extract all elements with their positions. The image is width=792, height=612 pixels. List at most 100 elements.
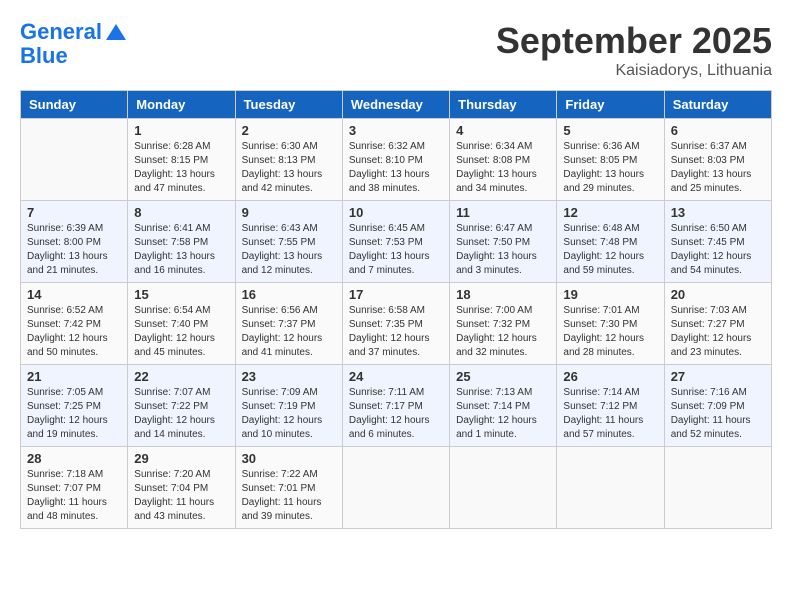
week-row-5: 28 Sunrise: 7:18 AMSunset: 7:07 PMDayligh… [21,447,772,529]
location-subtitle: Kaisiadorys, Lithuania [496,62,772,80]
day-number: 5 [563,123,657,138]
page-header: General Blue September 2025 Kaisiadorys,… [20,20,772,80]
day-info: Sunrise: 6:45 AMSunset: 7:53 PMDaylight:… [349,222,443,278]
day-number: 16 [242,287,336,302]
logo-icon [104,20,128,44]
day-info: Sunrise: 7:11 AMSunset: 7:17 PMDaylight:… [349,386,443,442]
day-info: Sunrise: 6:41 AMSunset: 7:58 PMDaylight:… [134,222,228,278]
day-info: Sunrise: 7:01 AMSunset: 7:30 PMDaylight:… [563,304,657,360]
day-cell: 1 Sunrise: 6:28 AMSunset: 8:15 PMDaylight… [128,119,235,201]
day-number: 20 [671,287,765,302]
logo-line1: General [20,19,102,44]
day-number: 23 [242,369,336,384]
day-cell: 2 Sunrise: 6:30 AMSunset: 8:13 PMDaylight… [235,119,342,201]
day-number: 3 [349,123,443,138]
day-number: 8 [134,205,228,220]
day-cell: 7Sunrise: 6:39 AMSunset: 8:00 PMDaylight… [21,201,128,283]
header-wednesday: Wednesday [342,91,449,119]
day-cell: 3 Sunrise: 6:32 AMSunset: 8:10 PMDaylight… [342,119,449,201]
day-number: 14 [27,287,121,302]
day-cell: 24Sunrise: 7:11 AMSunset: 7:17 PMDayligh… [342,365,449,447]
day-number: 29 [134,451,228,466]
day-number: 18 [456,287,550,302]
day-cell [450,447,557,529]
day-number: 19 [563,287,657,302]
day-info: Sunrise: 6:58 AMSunset: 7:35 PMDaylight:… [349,304,443,360]
day-number: 17 [349,287,443,302]
week-row-4: 21Sunrise: 7:05 AMSunset: 7:25 PMDayligh… [21,365,772,447]
day-cell: 14 Sunrise: 6:52 AMSunset: 7:42 PMDayligh… [21,283,128,365]
day-info: Sunrise: 6:50 AMSunset: 7:45 PMDaylight:… [671,222,765,278]
day-info: Sunrise: 7:16 AMSunset: 7:09 PMDaylight:… [671,386,765,442]
day-cell [557,447,664,529]
day-number: 13 [671,205,765,220]
day-info: Sunrise: 7:22 AMSunset: 7:01 PMDaylight:… [242,468,336,524]
day-cell: 4 Sunrise: 6:34 AMSunset: 8:08 PMDaylight… [450,119,557,201]
day-info: Sunrise: 7:18 AMSunset: 7:07 PMDaylight:… [27,468,121,524]
day-info: Sunrise: 7:00 AMSunset: 7:32 PMDaylight:… [456,304,550,360]
header-saturday: Saturday [664,91,771,119]
day-number: 9 [242,205,336,220]
day-cell: 19 Sunrise: 7:01 AMSunset: 7:30 PMDayligh… [557,283,664,365]
day-number: 26 [563,369,657,384]
day-number: 11 [456,205,550,220]
day-info: Sunrise: 7:14 AMSunset: 7:12 PMDaylight:… [563,386,657,442]
day-info: Sunrise: 6:37 AMSunset: 8:03 PMDaylight:… [671,140,765,196]
day-info: Sunrise: 7:13 AMSunset: 7:14 PMDaylight:… [456,386,550,442]
day-number: 2 [242,123,336,138]
day-cell: 8 Sunrise: 6:41 AMSunset: 7:58 PMDaylight… [128,201,235,283]
day-number: 30 [242,451,336,466]
month-title: September 2025 [496,20,772,62]
title-block: September 2025 Kaisiadorys, Lithuania [496,20,772,80]
day-info: Sunrise: 6:56 AMSunset: 7:37 PMDaylight:… [242,304,336,360]
day-info: Sunrise: 7:09 AMSunset: 7:19 PMDaylight:… [242,386,336,442]
day-number: 4 [456,123,550,138]
day-info: Sunrise: 6:34 AMSunset: 8:08 PMDaylight:… [456,140,550,196]
week-row-1: 1 Sunrise: 6:28 AMSunset: 8:15 PMDaylight… [21,119,772,201]
week-row-3: 14 Sunrise: 6:52 AMSunset: 7:42 PMDayligh… [21,283,772,365]
day-cell: 17 Sunrise: 6:58 AMSunset: 7:35 PMDayligh… [342,283,449,365]
day-number: 10 [349,205,443,220]
day-cell: 9 Sunrise: 6:43 AMSunset: 7:55 PMDaylight… [235,201,342,283]
day-cell: 6Sunrise: 6:37 AMSunset: 8:03 PMDaylight… [664,119,771,201]
logo: General Blue [20,20,128,68]
day-number: 21 [27,369,121,384]
day-info: Sunrise: 6:32 AMSunset: 8:10 PMDaylight:… [349,140,443,196]
day-cell: 30 Sunrise: 7:22 AMSunset: 7:01 PMDayligh… [235,447,342,529]
day-info: Sunrise: 6:52 AMSunset: 7:42 PMDaylight:… [27,304,121,360]
day-info: Sunrise: 7:07 AMSunset: 7:22 PMDaylight:… [134,386,228,442]
day-number: 1 [134,123,228,138]
day-info: Sunrise: 6:48 AMSunset: 7:48 PMDaylight:… [563,222,657,278]
day-cell: 25Sunrise: 7:13 AMSunset: 7:14 PMDayligh… [450,365,557,447]
day-cell: 28 Sunrise: 7:18 AMSunset: 7:07 PMDayligh… [21,447,128,529]
day-cell [21,119,128,201]
day-number: 22 [134,369,228,384]
day-cell: 15 Sunrise: 6:54 AMSunset: 7:40 PMDayligh… [128,283,235,365]
header-friday: Friday [557,91,664,119]
day-info: Sunrise: 7:20 AMSunset: 7:04 PMDaylight:… [134,468,228,524]
day-info: Sunrise: 6:39 AMSunset: 8:00 PMDaylight:… [27,222,121,278]
calendar-table: SundayMondayTuesdayWednesdayThursdayFrid… [20,90,772,529]
header-tuesday: Tuesday [235,91,342,119]
day-cell: 29 Sunrise: 7:20 AMSunset: 7:04 PMDayligh… [128,447,235,529]
day-info: Sunrise: 6:28 AMSunset: 8:15 PMDaylight:… [134,140,228,196]
day-cell: 21Sunrise: 7:05 AMSunset: 7:25 PMDayligh… [21,365,128,447]
logo-line2: Blue [20,44,128,68]
day-cell: 16 Sunrise: 6:56 AMSunset: 7:37 PMDayligh… [235,283,342,365]
day-info: Sunrise: 6:30 AMSunset: 8:13 PMDaylight:… [242,140,336,196]
day-info: Sunrise: 7:03 AMSunset: 7:27 PMDaylight:… [671,304,765,360]
day-info: Sunrise: 6:43 AMSunset: 7:55 PMDaylight:… [242,222,336,278]
day-info: Sunrise: 6:36 AMSunset: 8:05 PMDaylight:… [563,140,657,196]
day-cell: 23 Sunrise: 7:09 AMSunset: 7:19 PMDayligh… [235,365,342,447]
day-cell: 11 Sunrise: 6:47 AMSunset: 7:50 PMDayligh… [450,201,557,283]
day-info: Sunrise: 6:47 AMSunset: 7:50 PMDaylight:… [456,222,550,278]
day-cell [664,447,771,529]
day-number: 27 [671,369,765,384]
day-number: 28 [27,451,121,466]
day-cell: 18 Sunrise: 7:00 AMSunset: 7:32 PMDayligh… [450,283,557,365]
day-info: Sunrise: 6:54 AMSunset: 7:40 PMDaylight:… [134,304,228,360]
day-number: 15 [134,287,228,302]
day-cell: 22 Sunrise: 7:07 AMSunset: 7:22 PMDayligh… [128,365,235,447]
header-monday: Monday [128,91,235,119]
day-number: 12 [563,205,657,220]
